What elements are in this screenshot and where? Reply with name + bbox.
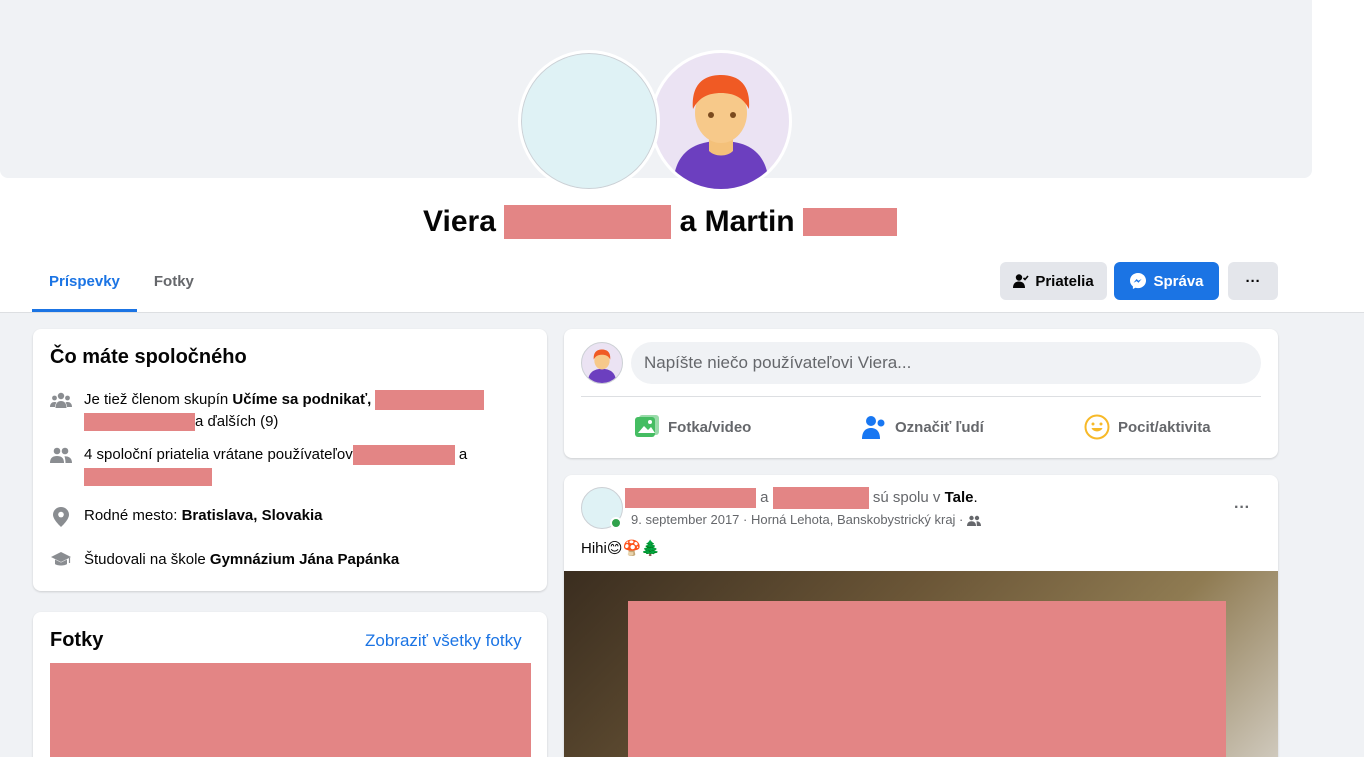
tab-posts[interactable]: Príspevky xyxy=(32,252,137,312)
school-link[interactable]: Gymnázium Jána Papánka xyxy=(210,551,399,568)
tab-photos[interactable]: Fotky xyxy=(137,252,211,312)
photos-card: Fotky Zobraziť všetky fotky xyxy=(33,612,547,757)
post-period: . xyxy=(973,488,978,506)
name-viera: Viera xyxy=(423,205,496,239)
header-divider xyxy=(0,312,1364,313)
tag-people-label: Označiť ľudí xyxy=(895,418,984,436)
message-button[interactable]: Správa xyxy=(1114,262,1219,300)
post-and: a xyxy=(760,488,769,506)
post-subline: 9. september 2017 · Horná Lehota, Bansko… xyxy=(631,512,982,527)
photo-video-button[interactable]: Fotka/video xyxy=(634,409,751,445)
friends-button-label: Priatelia xyxy=(1035,272,1094,290)
location-pin-icon xyxy=(50,505,72,527)
profile-tabs: Príspevky Fotky xyxy=(32,252,211,312)
smiley-icon xyxy=(1084,414,1110,440)
online-status-dot xyxy=(610,517,622,529)
post-date-location[interactable]: 9. september 2017 · Horná Lehota, Bansko… xyxy=(631,512,963,527)
composer-avatar[interactable] xyxy=(581,342,623,384)
redacted-author[interactable] xyxy=(625,488,756,508)
redacted-author[interactable] xyxy=(772,487,869,509)
mutual-friends-icon xyxy=(50,444,72,488)
name-martin: a Martin xyxy=(679,205,795,239)
groups-prefix: Je tiež členom skupín xyxy=(84,391,233,408)
common-friends: 4 spoloční priatelia vrátane používateľo… xyxy=(50,444,520,488)
photo-video-label: Fotka/video xyxy=(668,418,752,436)
post-header: a sú spolu v Tale. xyxy=(625,487,978,509)
redacted-group xyxy=(84,413,195,432)
common-groups: Je tiež členom skupín Učíme sa podnikať,… xyxy=(50,389,520,433)
friends-audience-icon[interactable] xyxy=(967,515,982,527)
photos-title: Fotky xyxy=(50,629,104,651)
tag-people-button[interactable]: Označiť ľudí xyxy=(861,409,984,445)
post-text: Hihi😊🍄🌲 xyxy=(581,540,660,557)
groups-icon xyxy=(50,389,72,433)
place-link[interactable]: Tale xyxy=(945,489,974,506)
mutual-friends-and: a xyxy=(458,446,468,463)
tag-people-icon xyxy=(862,416,885,439)
redacted-friend xyxy=(84,468,212,487)
redacted-photo-region xyxy=(628,601,1226,757)
mutual-friends-text: 4 spoloční priatelia vrátane používateľo… xyxy=(84,446,353,463)
post-composer: Napíšte niečo používateľovi Viera... Fot… xyxy=(564,329,1278,458)
common-hometown: Rodné mesto: Bratislava, Slovakia xyxy=(50,505,520,527)
groups-more[interactable]: a ďalších (9) xyxy=(195,413,278,430)
profile-picture-viera[interactable] xyxy=(518,50,660,192)
composer-divider xyxy=(581,396,1261,397)
school-prefix: Študovali na škole xyxy=(84,551,210,568)
feeling-activity-button[interactable]: Pocit/aktivita xyxy=(1084,409,1211,445)
profile-picture-martin[interactable] xyxy=(650,50,792,192)
redacted-surname xyxy=(504,205,672,240)
post-card: a sú spolu v Tale. 9. september 2017 · H… xyxy=(564,475,1278,757)
message-button-label: Správa xyxy=(1153,272,1204,290)
feeling-activity-label: Pocit/aktivita xyxy=(1118,418,1211,436)
post-photo[interactable] xyxy=(564,571,1278,757)
more-options-button[interactable]: ··· xyxy=(1228,262,1278,300)
in-common-card: Čo máte spoločného Je tiež členom skupín… xyxy=(33,329,547,591)
redacted-photo[interactable] xyxy=(50,663,531,757)
see-all-photos-link[interactable]: Zobraziť všetky fotky xyxy=(365,631,522,651)
friends-button[interactable]: Priatelia xyxy=(1000,262,1107,300)
more-dots-icon: ··· xyxy=(1234,499,1250,516)
person-avatar-icon xyxy=(673,75,769,189)
photo-icon xyxy=(635,415,659,437)
messenger-icon xyxy=(1130,273,1147,289)
hometown-prefix: Rodné mesto: xyxy=(84,507,182,524)
person-avatar-icon xyxy=(587,349,617,383)
friends-check-icon xyxy=(1013,274,1029,288)
redacted-surname xyxy=(802,208,897,237)
common-school: Študovali na škole Gymnázium Jána Papánk… xyxy=(50,549,520,571)
profile-title: Viera a Martin xyxy=(0,204,1320,240)
post-together: sú spolu v xyxy=(872,488,941,506)
redacted-group xyxy=(375,390,485,411)
hometown-link[interactable]: Bratislava, Slovakia xyxy=(182,507,323,524)
graduation-cap-icon xyxy=(50,549,72,571)
redacted-friend xyxy=(352,445,455,466)
more-dots-icon: ··· xyxy=(1245,272,1261,290)
in-common-title: Čo máte spoločného xyxy=(50,346,247,368)
group-link[interactable]: Učíme sa podnikať, xyxy=(232,391,371,408)
composer-input[interactable]: Napíšte niečo používateľovi Viera... xyxy=(631,342,1261,384)
post-more-button[interactable]: ··· xyxy=(1222,493,1262,523)
